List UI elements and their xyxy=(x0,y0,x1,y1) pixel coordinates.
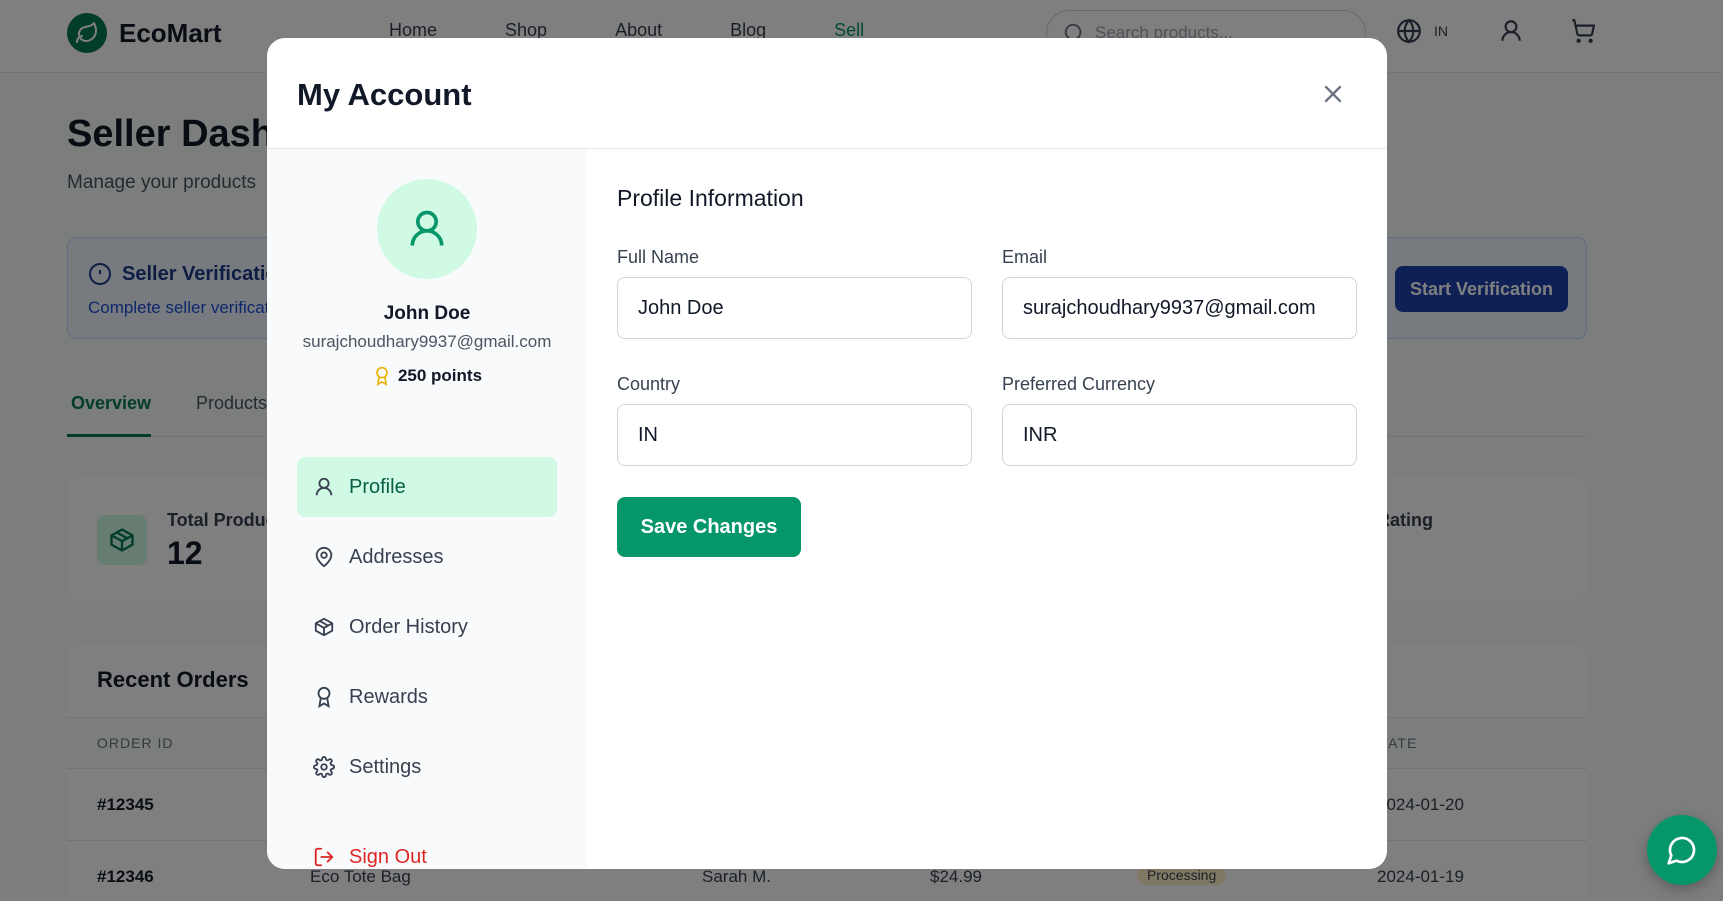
sidebar-item-label: Order History xyxy=(349,615,468,638)
sidebar-item-addresses[interactable]: Addresses xyxy=(297,527,557,587)
sidebar-item-profile[interactable]: Profile xyxy=(297,457,557,517)
email-input[interactable] xyxy=(1002,277,1357,339)
user-name: John Doe xyxy=(383,303,471,324)
message-circle-icon xyxy=(1667,836,1696,865)
sign-out-label: Sign Out xyxy=(349,845,427,868)
user-points: 250 points xyxy=(267,366,587,386)
user-icon xyxy=(315,477,333,496)
sidebar-item-order-history[interactable]: Order History xyxy=(297,597,557,657)
sign-out-button[interactable]: Sign Out xyxy=(297,827,557,869)
email-label: Email xyxy=(1002,247,1048,267)
close-button[interactable] xyxy=(1317,78,1349,110)
country-label: Country xyxy=(617,374,681,394)
profile-content: Profile Information Full Name Email Coun… xyxy=(587,149,1387,869)
map-pin-icon xyxy=(315,546,333,568)
sidebar-item-label: Settings xyxy=(349,755,422,778)
chat-button[interactable] xyxy=(1647,815,1717,885)
modal-header: My Account xyxy=(267,38,1387,149)
section-title: Profile Information xyxy=(617,185,804,211)
account-sidebar: John Doe surajchoudhary9937@gmail.com 25… xyxy=(267,149,587,869)
user-email: surajchoudhary9937@gmail.com xyxy=(302,332,552,351)
package-icon xyxy=(314,617,334,637)
full-name-input[interactable] xyxy=(617,277,972,339)
avatar xyxy=(377,179,477,279)
currency-input[interactable] xyxy=(1002,404,1357,466)
award-icon xyxy=(376,366,388,386)
sidebar-item-settings[interactable]: Settings xyxy=(297,737,557,797)
sidebar-item-label: Addresses xyxy=(349,545,444,568)
sidebar-item-label: Rewards xyxy=(349,685,428,708)
log-out-icon xyxy=(314,847,334,867)
modal-title: My Account xyxy=(297,77,472,112)
currency-label: Preferred Currency xyxy=(1002,374,1156,394)
sidebar-item-label: Profile xyxy=(349,475,406,498)
full-name-label: Full Name xyxy=(617,247,700,267)
award-icon xyxy=(317,686,331,708)
save-changes-button[interactable]: Save Changes xyxy=(617,497,801,557)
my-account-modal: My Account John Doe surajchoudhary9937@g… xyxy=(267,38,1387,869)
close-icon xyxy=(1324,85,1342,103)
sidebar-item-rewards[interactable]: Rewards xyxy=(297,667,557,727)
country-input[interactable] xyxy=(617,404,972,466)
gear-icon xyxy=(313,756,335,778)
user-icon xyxy=(410,210,444,246)
